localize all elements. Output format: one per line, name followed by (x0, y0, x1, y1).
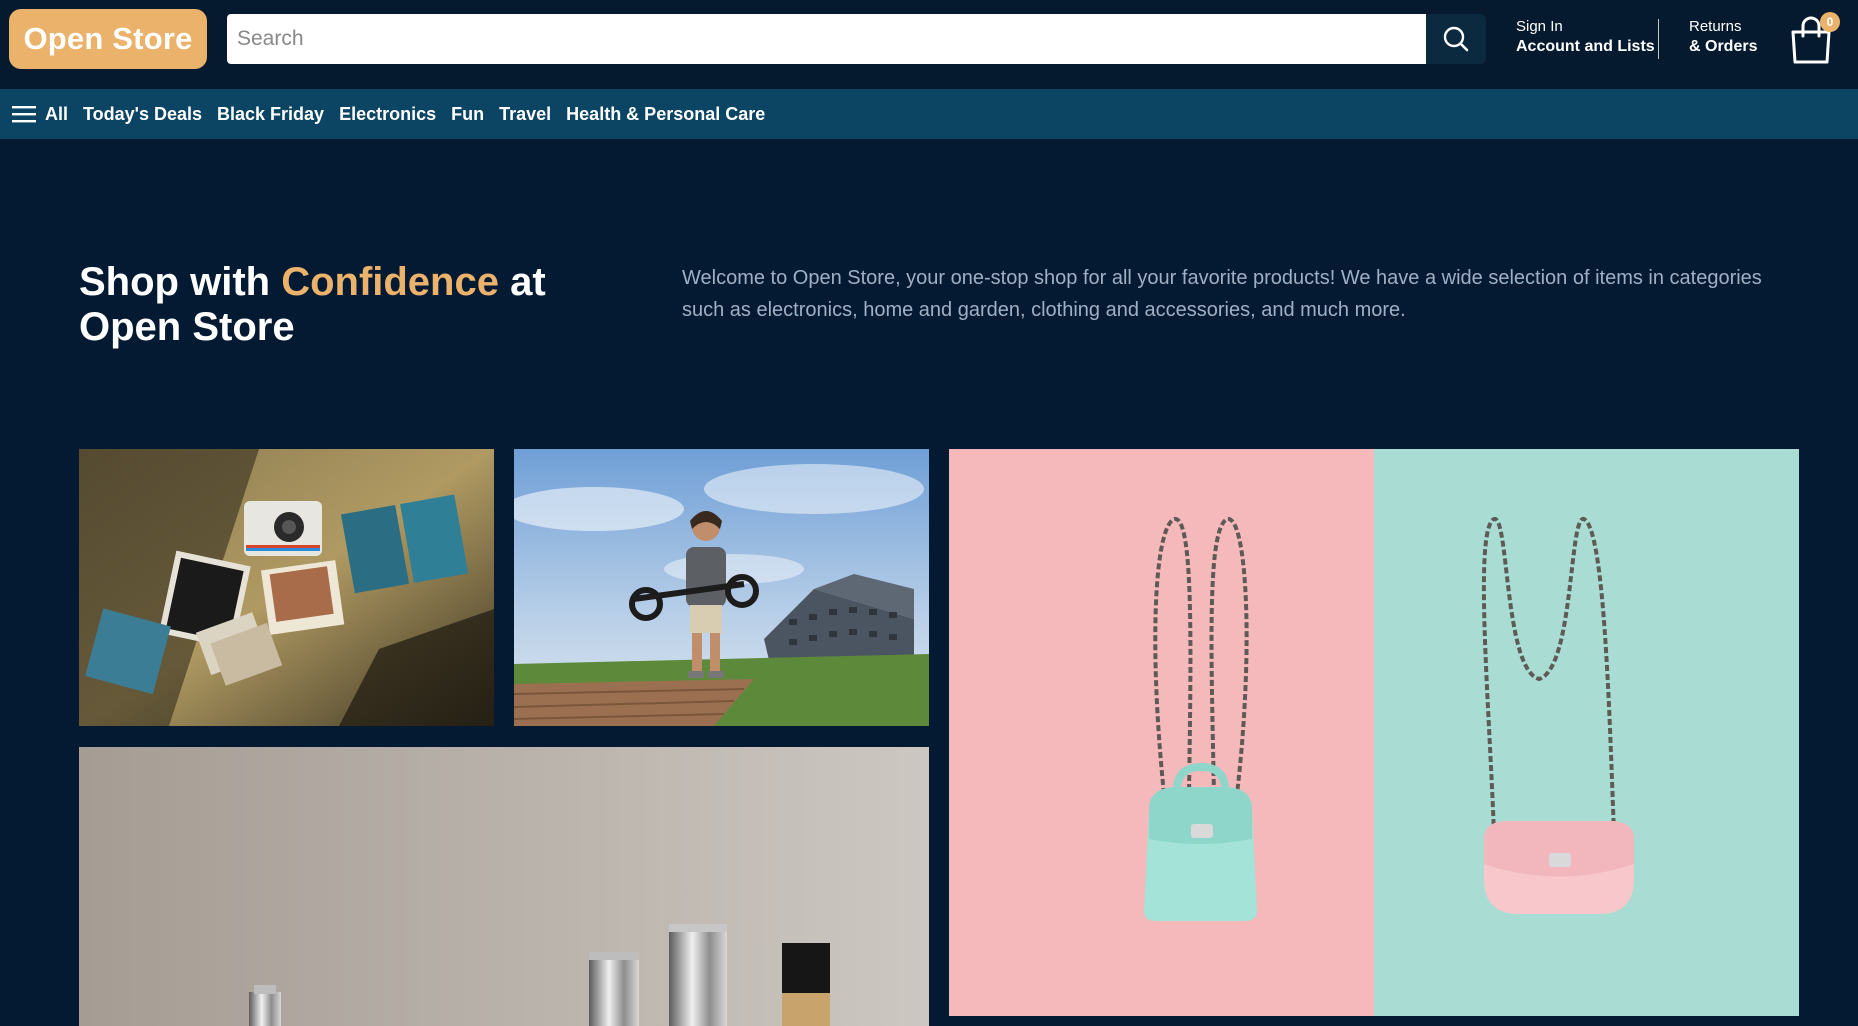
nav-travel[interactable]: Travel (499, 104, 551, 125)
nav-health-personal-care[interactable]: Health & Personal Care (566, 104, 765, 125)
search-button[interactable] (1426, 14, 1486, 64)
orders-label: & Orders (1689, 37, 1758, 55)
cart-button[interactable]: 0 (1786, 12, 1840, 66)
perfume-bottles-photo[interactable] (79, 747, 929, 1026)
polaroid-camera-photo[interactable] (79, 449, 494, 726)
hero-description: Welcome to Open Store, your one-stop sho… (682, 267, 1762, 321)
returns-orders-link[interactable]: Returns & Orders (1689, 18, 1757, 57)
man-with-scooter-photo[interactable] (514, 449, 929, 726)
signin-label: Sign In (1516, 18, 1563, 35)
hero-title: Shop with Confidence at Open Store (79, 260, 639, 350)
category-nav: All Today's Deals Black Friday Electroni… (0, 89, 1858, 139)
header-divider (1658, 19, 1659, 59)
hero-title-accent: Confidence (281, 260, 499, 304)
cart-count-badge: 0 (1820, 12, 1840, 32)
account-menu[interactable]: Sign In Account and Lists (1516, 18, 1655, 57)
nav-fun[interactable]: Fun (451, 104, 484, 125)
search-icon (1443, 26, 1469, 52)
account-lists-label: Account and Lists (1516, 37, 1655, 55)
search-bar (227, 14, 1486, 64)
nav-todays-deals[interactable]: Today's Deals (83, 104, 202, 125)
all-menu-button[interactable]: All (12, 104, 68, 125)
nav-electronics[interactable]: Electronics (339, 104, 436, 125)
hamburger-menu-icon (12, 106, 36, 123)
chain-bags-photo[interactable] (949, 449, 1799, 1016)
all-label: All (45, 103, 69, 124)
top-header: Open Store Sign In Account and Lists Ret… (0, 0, 1858, 89)
hero-title-part1: Shop with (79, 260, 282, 304)
returns-label: Returns (1689, 18, 1742, 35)
search-input[interactable] (227, 14, 1426, 64)
nav-black-friday[interactable]: Black Friday (217, 104, 324, 125)
store-logo[interactable]: Open Store (9, 9, 207, 69)
